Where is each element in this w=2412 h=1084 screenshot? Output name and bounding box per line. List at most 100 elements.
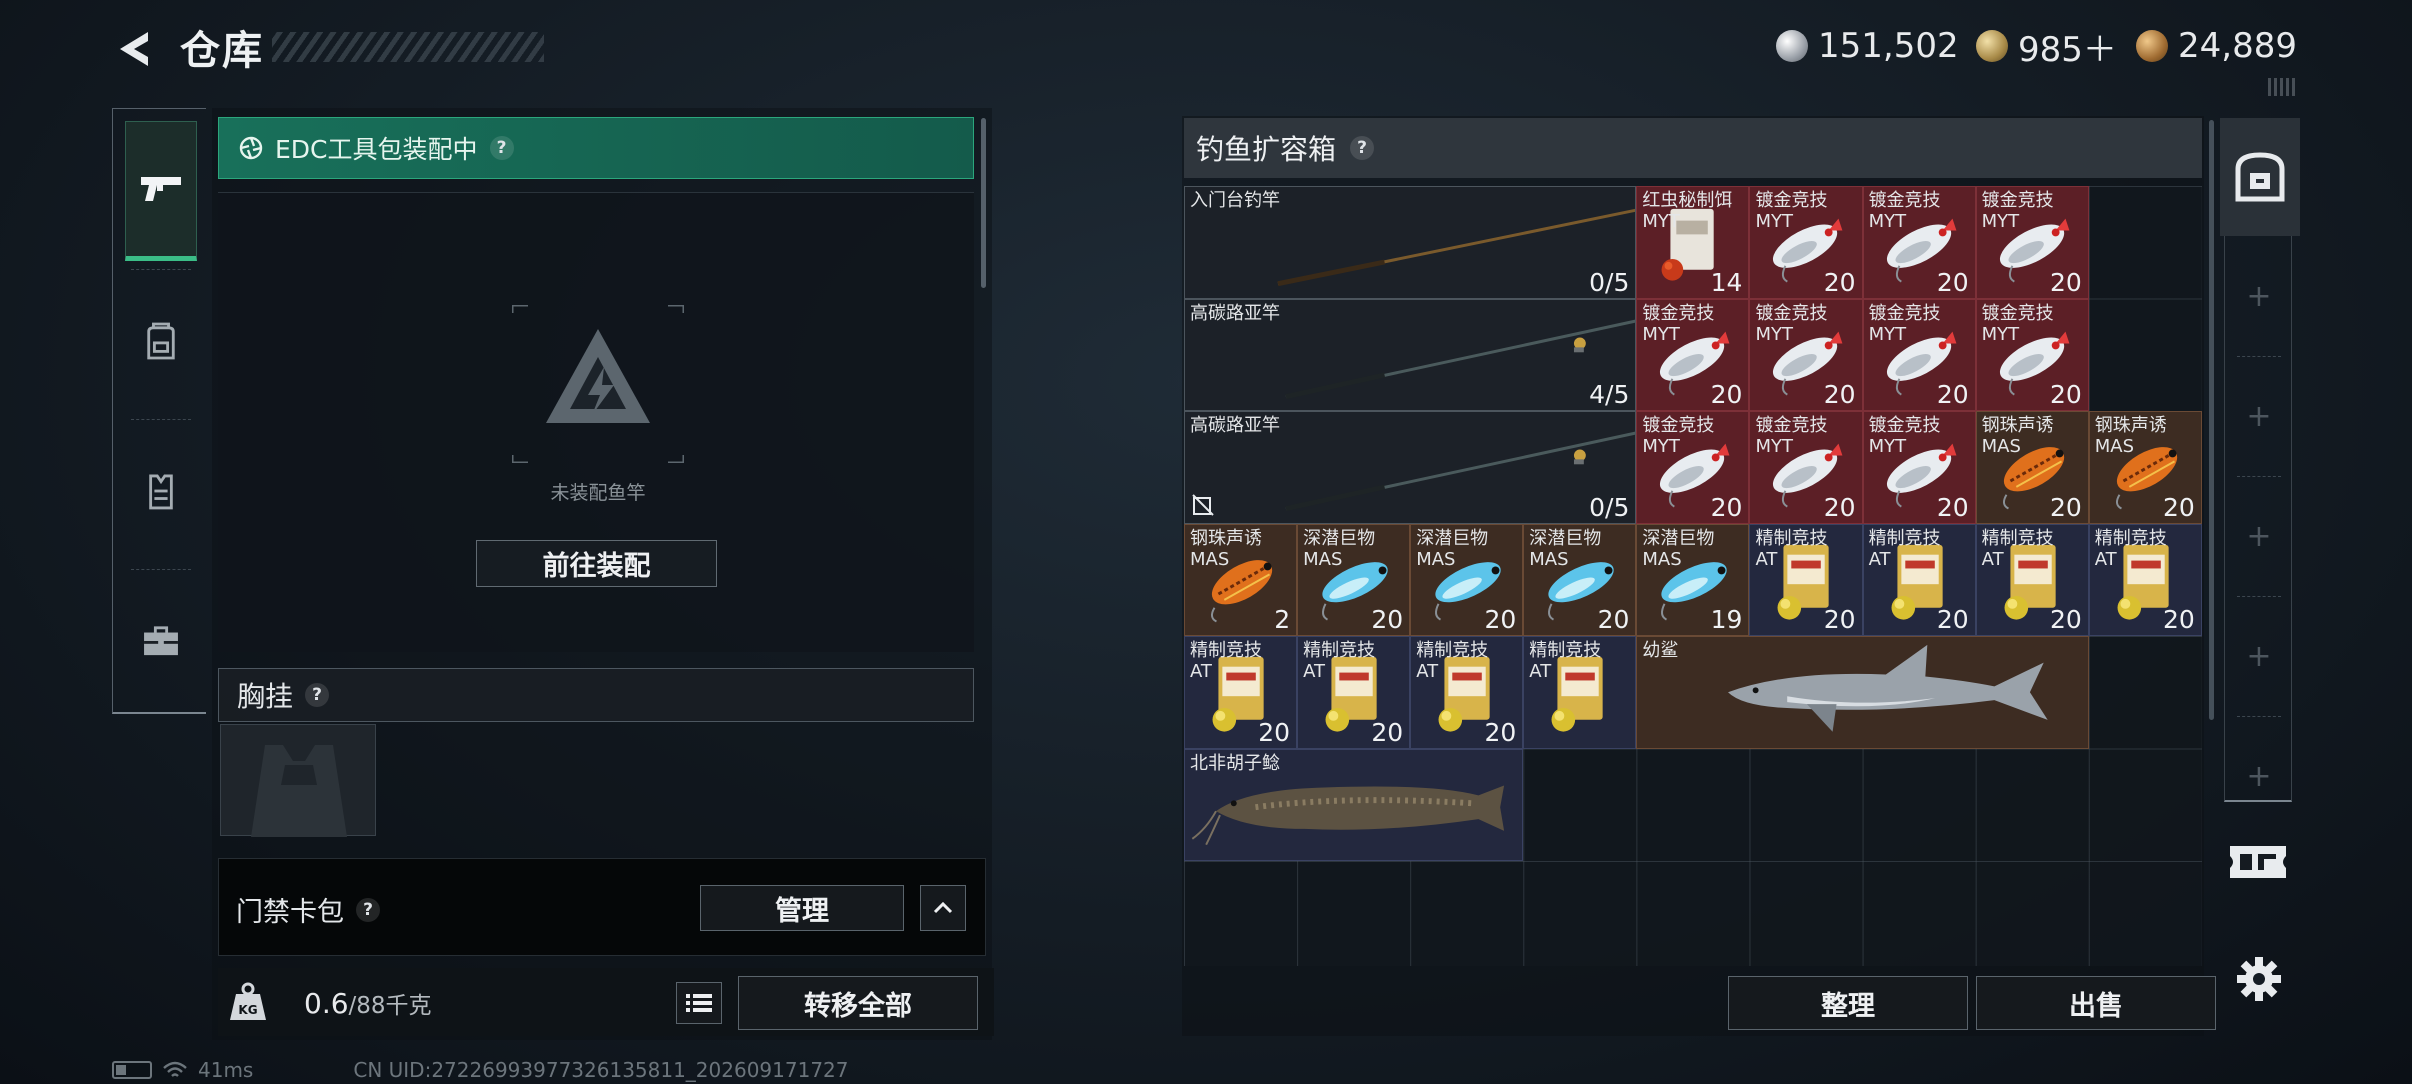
storage-tab-button[interactable] <box>2220 118 2300 236</box>
item-quantity: 20 <box>1484 605 1517 634</box>
item-quantity: 0/5 <box>1589 492 1630 522</box>
status-bar: 41ms CN UID:27226993977326135811_2026091… <box>112 1058 849 1082</box>
back-button[interactable] <box>112 26 158 72</box>
item-brand: MAS <box>1529 548 1569 570</box>
storage-slot-add-button[interactable]: + <box>2225 356 2293 476</box>
item-quantity: 20 <box>1823 492 1856 522</box>
currency-gold[interactable]: 985＋ <box>1976 22 2117 70</box>
storage-slot-add-button[interactable]: + <box>2225 596 2293 716</box>
silver-coin-icon <box>1776 30 1808 62</box>
inventory-item[interactable]: 高碳路亚竿 4/5 <box>1184 298 1637 411</box>
left-category-rail <box>112 108 206 714</box>
item-name: 深潜巨物 <box>1303 527 1376 549</box>
chest-rig-slot[interactable] <box>220 724 376 837</box>
rail-vest-tab[interactable] <box>125 421 197 561</box>
inventory-item[interactable]: 精制竞技 AT 20 <box>1749 523 1863 636</box>
item-quantity: 20 <box>1936 267 1969 297</box>
inventory-item[interactable]: 深潜巨物 MAS 20 <box>1297 523 1411 636</box>
item-quantity: 20 <box>1936 492 1969 522</box>
help-icon[interactable]: ? <box>489 136 514 160</box>
transfer-all-button[interactable]: 转移全部 <box>738 976 978 1030</box>
item-name: 精制竞技 <box>2094 527 2167 549</box>
inventory-item[interactable]: 精制竞技 AT 20 <box>1297 636 1411 749</box>
help-icon[interactable]: ? <box>1350 136 1375 160</box>
inventory-item[interactable]: 镀金竞技 MYT 20 <box>1749 411 1863 524</box>
loadout-scrollbar[interactable] <box>981 118 986 288</box>
inventory-item[interactable]: 高碳路亚竿 0/5 <box>1184 411 1637 524</box>
item-name: 精制竞技 <box>1529 640 1602 661</box>
item-brand: MYT <box>1755 436 1793 457</box>
rail-pistol-tab[interactable] <box>125 121 197 261</box>
inventory-item[interactable]: 精制竞技 AT <box>1523 636 1637 749</box>
manage-button[interactable]: 管理 <box>700 885 904 931</box>
inventory-item[interactable]: 深潜巨物 MAS 19 <box>1636 523 1750 636</box>
item-name: 精制竞技 <box>1755 527 1828 549</box>
inventory-item[interactable]: 深潜巨物 MAS 20 <box>1523 523 1637 636</box>
safe-vault-icon <box>2235 152 2285 202</box>
inventory-item[interactable]: 精制竞技 AT 20 <box>1410 636 1524 749</box>
currency-silver[interactable]: 151,502 <box>1776 22 1959 70</box>
inventory-item[interactable]: 幼鲨 <box>1636 636 2089 749</box>
item-quantity: 20 <box>2049 380 2082 409</box>
inventory-item[interactable]: 精制竞技 AT 20 <box>1184 636 1298 749</box>
inventory-item[interactable]: 红虫秘制饵 MYT 14 <box>1636 186 1750 299</box>
inventory-item[interactable]: 精制竞技 AT 20 <box>2088 523 2202 636</box>
inventory-item[interactable]: 镀金竞技 MYT 20 <box>1749 298 1863 411</box>
ticket-button[interactable] <box>2228 840 2288 884</box>
item-name: 镀金竞技 <box>1981 190 2054 211</box>
storage-slot-add-button[interactable]: + <box>2225 236 2293 356</box>
bronze-coin-icon <box>2136 30 2168 62</box>
pistol-icon <box>141 177 181 201</box>
inventory-item[interactable]: 钢珠声诱 MAS 2 <box>1184 523 1298 636</box>
item-quantity: 20 <box>1710 492 1743 522</box>
help-icon[interactable]: ? <box>305 683 330 707</box>
inventory-item[interactable]: 镀金竞技 MYT 20 <box>1749 186 1863 299</box>
item-name: 钢珠声诱 <box>1190 527 1262 549</box>
currency-bronze[interactable]: 24,889 <box>2136 22 2297 70</box>
inventory-item[interactable]: 深潜巨物 MAS 20 <box>1410 523 1524 636</box>
battery-icon <box>112 1061 152 1079</box>
item-name: 镀金竞技 <box>1755 190 1828 211</box>
go-equip-button[interactable]: 前往装配 <box>476 540 717 587</box>
inventory-item[interactable]: 镀金竞技 MYT 20 <box>1636 298 1750 411</box>
weight-readout: 0.6/88千克 <box>304 986 432 1020</box>
inventory-scrollbar[interactable] <box>2209 120 2214 720</box>
keycard-pack-label: 门禁卡包 <box>236 897 344 928</box>
item-quantity: 20 <box>1710 380 1743 409</box>
inventory-item[interactable]: 精制竞技 AT 20 <box>1975 523 2089 636</box>
shark-icon <box>1637 637 2087 748</box>
edc-status-bar[interactable]: EDC工具包装配中 ? <box>218 117 974 179</box>
inventory-item[interactable]: 入门台钓竿 0/5 <box>1184 186 1637 299</box>
inventory-item[interactable]: 镀金竞技 MYT 20 <box>1636 411 1750 524</box>
help-icon[interactable]: ? <box>356 897 380 922</box>
storage-slot-add-button[interactable]: + <box>2225 476 2293 596</box>
inventory-item[interactable]: 镀金竞技 MYT 20 <box>1862 411 1976 524</box>
item-brand: AT <box>2094 548 2117 570</box>
inventory-item[interactable]: 镀金竞技 MYT 20 <box>1975 298 2089 411</box>
item-brand: AT <box>1755 548 1778 570</box>
inventory-item[interactable]: 镀金竞技 MYT 20 <box>1975 186 2089 299</box>
inventory-item[interactable]: 镀金竞技 MYT 20 <box>1862 186 1976 299</box>
item-name: 深潜巨物 <box>1642 527 1715 549</box>
rail-backpack-tab[interactable] <box>125 271 197 411</box>
inventory-grid: 入门台钓竿 0/5 红虫秘制饵 MYT 14 镀金竞技 MYT 20 镀金竞技 MYT 20 镀金竞技… <box>1184 186 2202 966</box>
backpack-icon <box>147 322 175 360</box>
item-name: 镀金竞技 <box>1868 415 1941 436</box>
inventory-item[interactable]: 镀金竞技 MYT 20 <box>1862 298 1976 411</box>
rail-toolbox-tab[interactable] <box>125 571 197 711</box>
list-view-button[interactable] <box>676 982 722 1024</box>
inventory-item[interactable]: 北非胡子鲶 <box>1184 748 1524 861</box>
inventory-item[interactable]: 钢珠声诱 MAS 20 <box>2088 411 2202 524</box>
sell-button[interactable]: 出售 <box>1976 976 2216 1030</box>
item-quantity: 20 <box>1936 380 1969 409</box>
item-brand: MYT <box>1755 323 1793 345</box>
item-brand: MAS <box>1190 548 1230 570</box>
sort-button[interactable]: 整理 <box>1728 976 1968 1030</box>
expand-button[interactable] <box>920 885 966 931</box>
settings-button[interactable] <box>2236 956 2282 1002</box>
item-name: 深潜巨物 <box>1529 527 1602 549</box>
inventory-item[interactable]: 精制竞技 AT 20 <box>1862 523 1976 636</box>
item-quantity: 20 <box>1823 380 1856 409</box>
inventory-item[interactable]: 钢珠声诱 MAS 20 <box>1975 411 2089 524</box>
storage-slot-add-button[interactable]: + <box>2225 716 2293 836</box>
